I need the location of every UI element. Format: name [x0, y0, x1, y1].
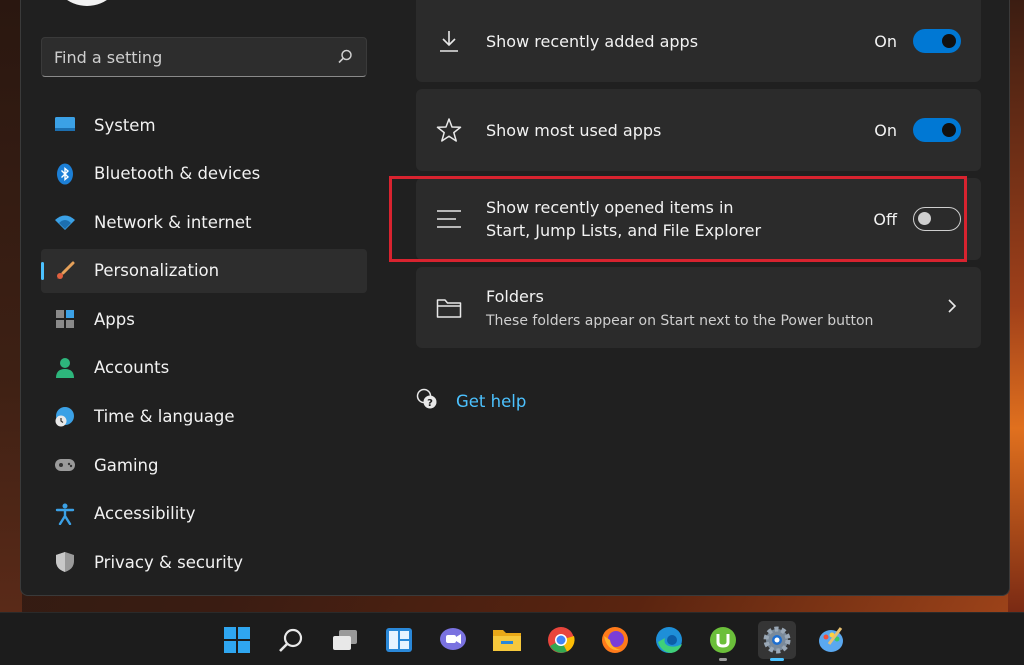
sidebar-item-label: Accounts: [94, 358, 170, 378]
globe-clock-icon: [54, 406, 76, 428]
help-icon: ?: [416, 388, 438, 414]
file-explorer-icon[interactable]: [488, 621, 526, 659]
search-input[interactable]: [54, 47, 336, 67]
sidebar-item-accounts[interactable]: Accounts: [41, 346, 367, 390]
edge-icon[interactable]: [650, 621, 688, 659]
setting-recently-added-apps: Show recently added apps On: [416, 0, 981, 82]
sidebar-item-apps[interactable]: Apps: [41, 297, 367, 341]
svg-text:?: ?: [427, 398, 433, 409]
settings-icon[interactable]: [758, 621, 796, 661]
monitor-icon: [54, 114, 76, 136]
recently-added-toggle[interactable]: [913, 29, 961, 53]
folder-icon: [436, 295, 462, 321]
sidebar-item-label: Apps: [94, 309, 135, 329]
start-icon[interactable]: [218, 621, 256, 659]
apps-icon: [54, 308, 76, 330]
sidebar-item-label: Time & language: [94, 407, 235, 427]
gamepad-icon: [54, 454, 76, 476]
person-icon: [54, 357, 76, 379]
user-avatar[interactable]: [51, 0, 123, 6]
star-icon: [436, 117, 462, 143]
setting-label: Folders These folders appear on Start ne…: [486, 285, 947, 331]
setting-folders[interactable]: Folders These folders appear on Start ne…: [416, 267, 981, 348]
download-icon: [436, 28, 462, 54]
wifi-icon: [54, 211, 76, 233]
setting-label: Show most used apps: [486, 120, 662, 140]
sidebar-item-label: System: [94, 115, 156, 135]
folders-title: Folders: [486, 286, 544, 306]
folders-description: These folders appear on Start next to th…: [486, 312, 874, 329]
sidebar-item-label: Network & internet: [94, 212, 252, 232]
accessibility-icon: [54, 503, 76, 525]
bluetooth-icon: [54, 163, 76, 185]
desktop-wallpaper-right: [1008, 0, 1024, 612]
sidebar-item-system[interactable]: System: [41, 103, 367, 147]
get-help-link[interactable]: Get help: [456, 392, 526, 411]
sidebar-item-accessibility[interactable]: Accessibility: [41, 492, 367, 536]
sidebar-item-personalization[interactable]: Personalization: [41, 248, 367, 293]
sidebar-item-label: Accessibility: [94, 504, 196, 524]
widgets-icon[interactable]: [380, 621, 418, 659]
setting-most-used-apps: Show most used apps On: [416, 89, 981, 171]
running-indicator: [719, 658, 727, 661]
sidebar-item-bluetooth[interactable]: Bluetooth & devices: [41, 152, 367, 196]
search-icon[interactable]: [336, 48, 354, 66]
setting-label: Show recently added apps: [486, 31, 699, 51]
setting-label-line1: Show recently opened items in: [486, 198, 734, 217]
setting-label-line2: Start, Jump Lists, and File Explorer: [486, 221, 762, 240]
setting-label: Show recently opened items in Start, Jum…: [486, 196, 873, 242]
list-icon: [436, 206, 462, 232]
setting-recently-opened-items: Show recently opened items in Start, Jum…: [416, 178, 981, 260]
toggle-state-text: Off: [873, 209, 897, 229]
paintbrush-icon: [54, 260, 76, 282]
toggle-state-text: On: [874, 120, 897, 140]
utorrent-icon[interactable]: [704, 621, 742, 661]
desktop-wallpaper-left: [0, 0, 22, 612]
recently-opened-toggle[interactable]: [913, 207, 961, 231]
chrome-icon[interactable]: [542, 621, 580, 659]
sidebar-nav: System Bluetooth & devices Network & int…: [41, 103, 367, 589]
sidebar-item-network[interactable]: Network & internet: [41, 200, 367, 244]
chevron-right-icon[interactable]: [947, 298, 957, 318]
search-box[interactable]: [41, 37, 367, 77]
sidebar-item-label: Gaming: [94, 455, 159, 475]
chat-icon[interactable]: [434, 621, 472, 659]
sidebar-item-label: Bluetooth & devices: [94, 164, 261, 184]
toggle-state-text: On: [874, 31, 897, 51]
search-icon[interactable]: [272, 621, 310, 659]
get-help: ? Get help: [416, 388, 526, 414]
paint-icon[interactable]: [812, 621, 850, 659]
settings-window: System Bluetooth & devices Network & int…: [20, 0, 1010, 596]
task-view-icon[interactable]: [326, 621, 364, 659]
taskbar: [0, 612, 1024, 665]
sidebar-item-privacy[interactable]: Privacy & security: [41, 540, 367, 584]
sidebar-item-label: Privacy & security: [94, 552, 243, 572]
sidebar-item-label: Personalization: [94, 261, 220, 281]
firefox-icon[interactable]: [596, 621, 634, 659]
sidebar-item-gaming[interactable]: Gaming: [41, 443, 367, 487]
sidebar-item-time-language[interactable]: Time & language: [41, 395, 367, 439]
shield-icon: [54, 551, 76, 573]
most-used-toggle[interactable]: [913, 118, 961, 142]
active-indicator: [770, 658, 784, 661]
